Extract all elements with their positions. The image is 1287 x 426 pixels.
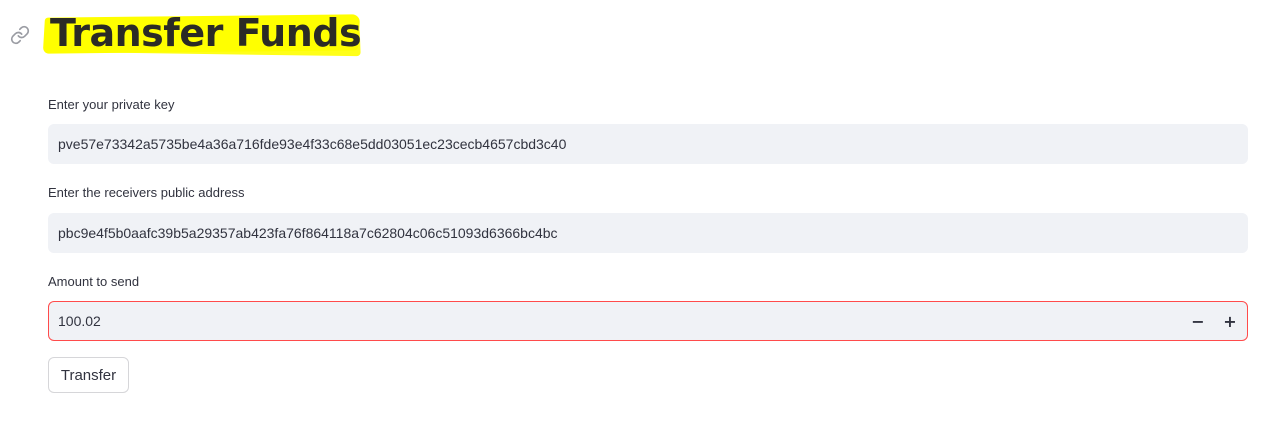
receiver-address-label: Enter the receivers public address: [48, 185, 245, 200]
transfer-button[interactable]: Transfer: [48, 357, 129, 393]
decrement-button[interactable]: −: [1182, 302, 1214, 340]
private-key-label: Enter your private key: [48, 97, 175, 112]
receiver-address-input[interactable]: [49, 214, 1247, 252]
amount-field-container: − +: [48, 301, 1248, 341]
page-title: Transfer Funds: [50, 11, 362, 55]
increment-button[interactable]: +: [1214, 302, 1246, 340]
private-key-input[interactable]: [49, 125, 1247, 163]
private-key-field-container: [48, 124, 1248, 164]
amount-input[interactable]: [49, 302, 1169, 340]
amount-label: Amount to send: [48, 274, 140, 289]
link-icon[interactable]: [10, 25, 30, 45]
transfer-page: Transfer Funds Enter your private key En…: [0, 0, 1287, 426]
page-title-wrap: Transfer Funds: [42, 8, 362, 58]
receiver-address-field-container: [48, 213, 1248, 253]
